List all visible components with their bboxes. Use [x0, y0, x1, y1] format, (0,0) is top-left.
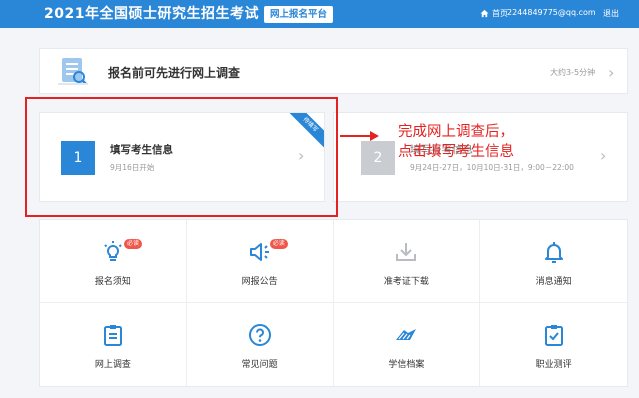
chevron-right-icon: › — [608, 63, 615, 82]
tile-career-assessment[interactable]: 职业测评 — [480, 303, 627, 386]
assessment-icon — [544, 325, 563, 346]
annotation-line: 点击填写考生信息 — [398, 144, 514, 160]
platform-badge: 网上报名平台 — [264, 6, 334, 23]
chevron-right-icon: › — [600, 146, 607, 165]
tile-label: 职业测评 — [535, 360, 572, 370]
archive-icon — [396, 329, 417, 340]
highlight-box — [25, 97, 338, 217]
arrow-right-icon — [340, 131, 379, 141]
home-icon — [480, 9, 489, 18]
logout-link[interactable]: 退出 — [603, 8, 619, 19]
must-read-badge: 必读 — [124, 239, 143, 249]
step-date: 9月24日-27日，10月10日-31日，9:00－22:00 — [410, 163, 574, 172]
tile-faq[interactable]: 常见问题 — [187, 303, 334, 386]
tile-label: 消息通知 — [535, 277, 572, 287]
user-email[interactable]: 2244849775@qq.com — [507, 8, 596, 17]
download-icon — [396, 243, 417, 261]
clipboard-icon — [103, 325, 122, 346]
survey-icon — [58, 58, 88, 85]
tile-announcements[interactable]: 必读 网报公告 — [186, 220, 334, 303]
home-label: 首页 — [492, 9, 508, 18]
tile-label: 学信档案 — [388, 360, 425, 370]
question-icon — [248, 324, 271, 346]
tile-label: 网上调查 — [94, 360, 131, 370]
tile-online-survey[interactable]: 网上调查 — [40, 303, 187, 386]
bulb-icon — [104, 241, 122, 261]
tile-label: 准考证下载 — [383, 277, 429, 287]
survey-card[interactable]: 报名前可先进行网上调查 大约3-5分钟 › — [39, 48, 628, 94]
survey-duration: 大约3-5分钟 — [550, 68, 596, 77]
annotation-text: 完成网上调查后， 点击填写考生信息 — [398, 122, 514, 162]
feature-grid: 必读 报名须知 必读 网报公告 准考证下载 消息通知 网上调查 常见问题 学信档… — [39, 219, 628, 387]
bell-icon — [544, 242, 563, 263]
tile-registration-notes[interactable]: 必读 报名须知 — [40, 220, 187, 303]
survey-title: 报名前可先进行网上调查 — [108, 66, 241, 80]
step-number: 2 — [361, 141, 395, 175]
annotation-line: 完成网上调查后， — [398, 124, 514, 140]
site-title: 2021年全国硕士研究生招生考试 — [44, 6, 259, 22]
tile-label: 网报公告 — [241, 277, 278, 287]
tile-notifications[interactable]: 消息通知 — [480, 220, 627, 303]
home-link[interactable]: 首页 — [480, 8, 508, 19]
speaker-icon — [249, 243, 269, 261]
tile-label: 报名须知 — [94, 277, 131, 287]
tile-xuexin-archive[interactable]: 学信档案 — [334, 303, 481, 386]
top-header: 2021年全国硕士研究生招生考试 网上报名平台 首页 2244849775@qq… — [0, 0, 639, 28]
must-read-badge: 必读 — [269, 239, 288, 249]
tile-label: 常见问题 — [241, 360, 278, 370]
tile-admission-ticket[interactable]: 准考证下载 — [333, 220, 481, 303]
